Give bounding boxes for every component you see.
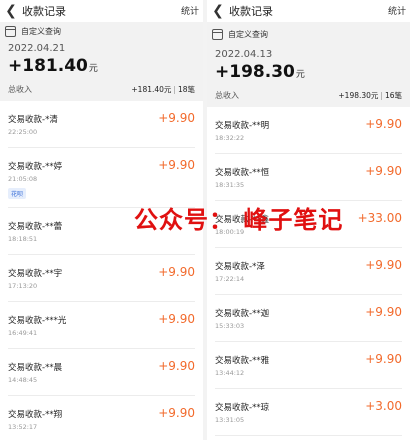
total-income-label: 总收入 xyxy=(8,85,32,94)
transaction-time: 13:52:17 xyxy=(8,423,38,431)
watermark-text: 公众号： 峰子笔记 xyxy=(134,206,344,234)
top-bar: ❮ 收款记录 统计 xyxy=(0,0,203,22)
transaction-amount: +3.00 xyxy=(365,399,402,413)
total-income-amount: +198.30元 xyxy=(338,91,379,100)
stats-button[interactable]: 统计 xyxy=(181,4,199,17)
transaction-time: 18:18:51 xyxy=(8,235,38,243)
custom-query-label: 自定义查询 xyxy=(228,29,268,39)
daily-summary: 2022.04.13 +198.30 元 总收入 +198.30元 | 16笔 xyxy=(207,46,410,107)
summary-unit: 元 xyxy=(88,64,98,74)
transaction-amount: +9.90 xyxy=(365,305,402,319)
transaction-amount: +9.90 xyxy=(158,406,195,420)
custom-query-label: 自定义查询 xyxy=(21,26,61,36)
custom-query-button[interactable]: 自定义查询 xyxy=(207,22,410,46)
transaction-amount: +33.00 xyxy=(357,211,402,225)
page-title: 收款记录 xyxy=(22,5,66,18)
list-item[interactable]: 交易收款-***光 16:49:41 +9.90 xyxy=(8,302,195,349)
summary-date: 2022.04.13 xyxy=(215,49,273,60)
transaction-name: 交易收款-**蕾 xyxy=(8,222,63,232)
transaction-name: 交易收款-*清 xyxy=(8,115,58,125)
transaction-name: 交易收款-**琼 xyxy=(215,403,270,413)
transaction-list: 交易收款-**明 18:32:22 +9.90 交易收款-**恒 18:31:3… xyxy=(207,107,410,436)
transaction-time: 17:13:20 xyxy=(8,282,38,290)
transaction-time: 22:25:00 xyxy=(8,128,38,136)
transaction-amount: +9.90 xyxy=(158,359,195,373)
transaction-time: 18:31:35 xyxy=(215,181,245,189)
custom-query-button[interactable]: 自定义查询 xyxy=(0,22,203,40)
list-item[interactable]: 交易收款-*清 22:25:00 +9.90 xyxy=(8,101,195,148)
transaction-amount: +9.90 xyxy=(158,111,195,125)
page-title: 收款记录 xyxy=(229,5,273,18)
transaction-count: 18笔 xyxy=(177,85,195,94)
huabei-tag: 花呗 xyxy=(8,188,27,199)
transaction-amount: +9.90 xyxy=(365,352,402,366)
transaction-name: 交易收款-**宇 xyxy=(8,269,63,279)
daily-summary: 2022.04.21 +181.40 元 总收入 +181.40元 | 18笔 xyxy=(0,40,203,101)
total-income-label: 总收入 xyxy=(215,91,239,100)
transaction-time: 15:33:03 xyxy=(215,322,245,330)
list-item[interactable]: 交易收款-**明 18:32:22 +9.90 xyxy=(215,107,402,154)
list-item[interactable]: 交易收款-**迦 15:33:03 +9.90 xyxy=(215,295,402,342)
transaction-name: 交易收款-*泽 xyxy=(215,262,265,272)
transaction-time: 13:31:05 xyxy=(215,416,245,424)
calendar-icon xyxy=(212,28,223,40)
back-arrow-icon[interactable]: ❮ xyxy=(207,0,229,22)
transaction-name: 交易收款-**婷 xyxy=(8,162,63,172)
transaction-time: 16:49:41 xyxy=(8,329,38,337)
transaction-time: 21:05:08 xyxy=(8,175,38,183)
transaction-name: 交易收款-**恒 xyxy=(215,168,270,178)
summary-amount: +181.40 xyxy=(8,56,88,76)
transaction-amount: +9.90 xyxy=(158,265,195,279)
transaction-name: 交易收款-**晨 xyxy=(8,363,63,373)
list-item[interactable]: 交易收款-**婷 21:05:08 +9.90 花呗 xyxy=(8,148,195,208)
transaction-name: 交易收款-**迦 xyxy=(215,309,270,319)
transaction-amount: +9.90 xyxy=(158,312,195,326)
list-item[interactable]: 交易收款-**恒 18:31:35 +9.90 xyxy=(215,154,402,201)
transaction-count: 16笔 xyxy=(384,91,402,100)
summary-amount: +198.30 xyxy=(215,62,295,82)
transaction-amount: +9.90 xyxy=(365,117,402,131)
list-item[interactable]: 交易收款-**宇 17:13:20 +9.90 xyxy=(8,255,195,302)
list-item[interactable]: 交易收款-**翔 13:52:17 +9.90 xyxy=(8,396,195,440)
transaction-time: 13:44:12 xyxy=(215,369,245,377)
transaction-time: 17:22:14 xyxy=(215,275,245,283)
transaction-amount: +9.90 xyxy=(158,158,195,172)
top-bar: ❮ 收款记录 统计 xyxy=(207,0,410,22)
list-item[interactable]: 交易收款-*泽 17:22:14 +9.90 xyxy=(215,248,402,295)
transaction-amount: +9.90 xyxy=(365,164,402,178)
total-income-amount: +181.40元 xyxy=(131,85,172,94)
transaction-time: 18:32:22 xyxy=(215,134,245,142)
list-item[interactable]: 交易收款-**雅 13:44:12 +9.90 xyxy=(215,342,402,389)
transaction-name: 交易收款-**明 xyxy=(215,121,270,131)
stats-button[interactable]: 统计 xyxy=(388,4,406,17)
calendar-icon xyxy=(5,25,16,37)
back-arrow-icon[interactable]: ❮ xyxy=(0,0,22,22)
transaction-list: 交易收款-*清 22:25:00 +9.90 交易收款-**婷 21:05:08… xyxy=(0,101,203,440)
summary-unit: 元 xyxy=(295,70,305,80)
list-item[interactable]: 交易收款-**琼 13:31:05 +3.00 xyxy=(215,389,402,436)
transaction-name: 交易收款-**翔 xyxy=(8,410,63,420)
transaction-amount: +9.90 xyxy=(365,258,402,272)
transaction-time: 14:48:45 xyxy=(8,376,38,384)
summary-date: 2022.04.21 xyxy=(8,43,66,54)
transaction-name: 交易收款-**雅 xyxy=(215,356,270,366)
list-item[interactable]: 交易收款-**晨 14:48:45 +9.90 xyxy=(8,349,195,396)
transaction-name: 交易收款-***光 xyxy=(8,316,67,326)
